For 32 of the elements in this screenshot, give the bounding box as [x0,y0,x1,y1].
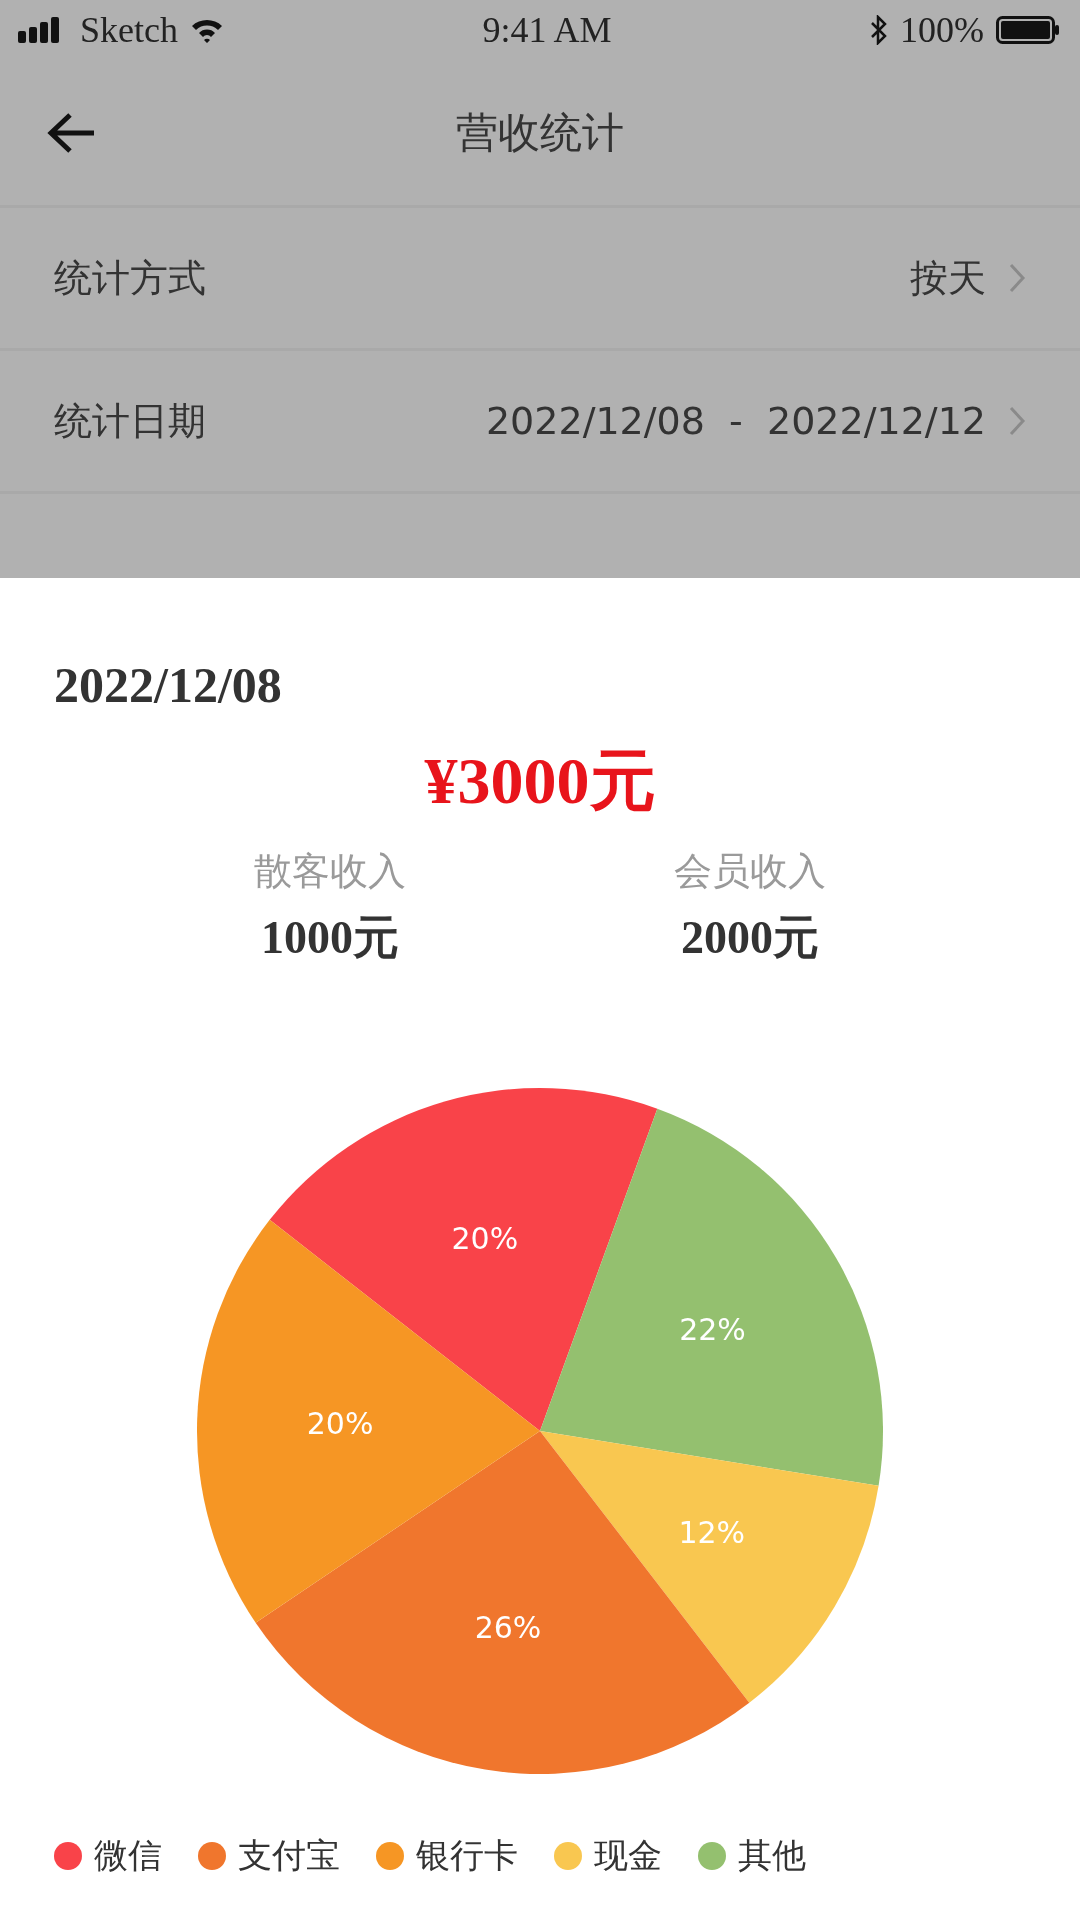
legend-label: 支付宝 [238,1834,340,1877]
legend-label: 其他 [738,1834,806,1877]
slice-label: 20% [451,1220,519,1256]
income-label: 散客收入 [254,848,406,895]
income-label: 会员收入 [674,848,826,895]
bluetooth-icon [870,15,888,45]
battery-percent: 100% [900,9,984,51]
legend-dot [376,1842,404,1870]
slice-label: 22% [679,1311,746,1347]
battery-icon [996,16,1060,44]
slice-label: 12% [678,1515,746,1551]
chevron-right-icon [1008,405,1026,437]
legend-dot [198,1842,226,1870]
status-time: 9:41 AM [482,9,612,51]
slice-label: 20% [306,1406,374,1441]
income-amount: 1000元 [261,911,399,965]
slice-label: 26% [474,1610,542,1646]
carrier-name: Sketch [80,9,178,51]
total-income: ¥3000元 [423,743,657,819]
legend-label: 现金 [594,1834,662,1877]
settings-row[interactable]: 统计方式 按天 [0,208,1080,351]
legend-dot [54,1842,82,1870]
date-label: 2022/12/08 [53,656,283,714]
legend-dot [698,1842,726,1870]
legend-label: 微信 [94,1834,162,1877]
chevron-right-icon [1008,262,1026,294]
legend-dot [554,1842,582,1870]
page-title: 营收统计 [455,106,625,159]
income-amount: 2000元 [681,911,819,965]
legend-label: 银行卡 [416,1834,518,1877]
wifi-icon [190,17,224,43]
settings-row[interactable]: 统计日期 2022/12/08 - 2022/12/12 [0,351,1080,494]
